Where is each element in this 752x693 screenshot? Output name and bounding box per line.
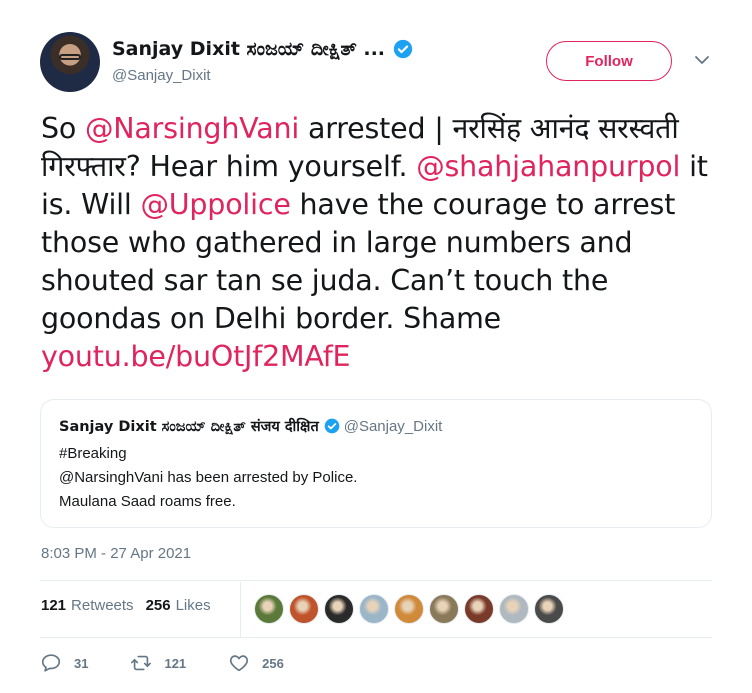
divider	[40, 580, 712, 581]
liker-avatar[interactable]	[359, 594, 389, 624]
quoted-line: Maulana Saad roams free.	[59, 493, 236, 510]
likes-label: Likes	[175, 597, 211, 614]
author-handle[interactable]: @Sanjay_Dixit	[112, 67, 211, 84]
liker-avatar[interactable]	[534, 594, 564, 624]
author-display-name[interactable]: Sanjay Dixit ಸಂಜಯ್ ದೀಕ್ಷಿತ್ ...	[112, 38, 385, 60]
divider	[40, 637, 712, 638]
author-avatar[interactable]	[40, 32, 100, 92]
likes-stat[interactable]: 256 Likes	[146, 597, 211, 614]
follow-button[interactable]: Follow	[546, 41, 672, 81]
quoted-author-name: Sanjay Dixit ಸಂಜಯ್ ದೀಕ್ಷಿತ್ संजय दीक्षित	[59, 419, 319, 435]
retweets-count: 121	[41, 597, 67, 614]
quoted-line: @NarsinghVani has been arrested by Polic…	[59, 469, 358, 486]
liker-avatar[interactable]	[289, 594, 319, 624]
reply-count: 31	[74, 655, 89, 671]
like-button[interactable]: 256	[228, 652, 284, 674]
retweets-label: Retweets	[71, 597, 134, 614]
author-name-line[interactable]: Sanjay Dixit ಸಂಜಯ್ ದೀಕ್ಷಿತ್ ...	[112, 38, 413, 60]
retweet-count: 121	[164, 655, 187, 671]
reply-button[interactable]: 31	[40, 652, 88, 674]
likes-count: 256	[145, 597, 171, 614]
liker-avatar[interactable]	[324, 594, 354, 624]
quoted-body: #Breaking @NarsinghVani has been arreste…	[59, 442, 357, 514]
liker-avatar[interactable]	[464, 594, 494, 624]
tweet-header: Sanjay Dixit ಸಂಜಯ್ ದೀಕ್ಷಿತ್ ... @Sanjay_…	[40, 32, 720, 92]
tweet-text: So @NarsinghVani arrested | नरसिंह आनंद …	[41, 110, 721, 376]
tweet-link[interactable]: @Uppolice	[140, 188, 290, 221]
retweet-icon	[131, 655, 152, 671]
tweet-link[interactable]: youtu.be/buOtJf2MAfE	[41, 340, 351, 373]
tweet-actions: 31 121 256	[40, 652, 326, 674]
tweet-link[interactable]: @shahjahanpurpol	[416, 150, 680, 183]
chevron-down-icon[interactable]	[694, 52, 710, 68]
like-count: 256	[262, 655, 284, 671]
tweet-text-segment: So	[41, 112, 85, 145]
tweet-timestamp[interactable]: 8:03 PM - 27 Apr 2021	[41, 545, 191, 562]
retweet-button[interactable]: 121	[130, 652, 186, 674]
verified-badge-icon	[324, 418, 340, 434]
liker-avatar[interactable]	[394, 594, 424, 624]
retweets-stat[interactable]: 121 Retweets	[41, 597, 134, 614]
verified-badge-icon	[393, 39, 413, 59]
liker-avatar[interactable]	[429, 594, 459, 624]
heart-icon	[230, 655, 249, 672]
liker-avatar[interactable]	[499, 594, 529, 624]
reply-icon	[41, 654, 61, 672]
liker-avatars	[254, 594, 569, 624]
tweet-link[interactable]: @NarsinghVani	[85, 112, 299, 145]
quoted-header: Sanjay Dixit ಸಂಜಯ್ ದೀಕ್ಷಿತ್ संजय दीक्षित…	[59, 416, 442, 436]
stats-separator	[240, 582, 241, 637]
liker-avatar[interactable]	[254, 594, 284, 624]
quoted-author-handle: @Sanjay_Dixit	[343, 417, 443, 435]
engagement-stats: 121 Retweets 256 Likes	[41, 597, 223, 614]
quoted-line: #Breaking	[59, 445, 127, 462]
quoted-tweet[interactable]: Sanjay Dixit ಸಂಜಯ್ ದೀಕ್ಷಿತ್ संजय दीक्षित…	[40, 399, 712, 528]
